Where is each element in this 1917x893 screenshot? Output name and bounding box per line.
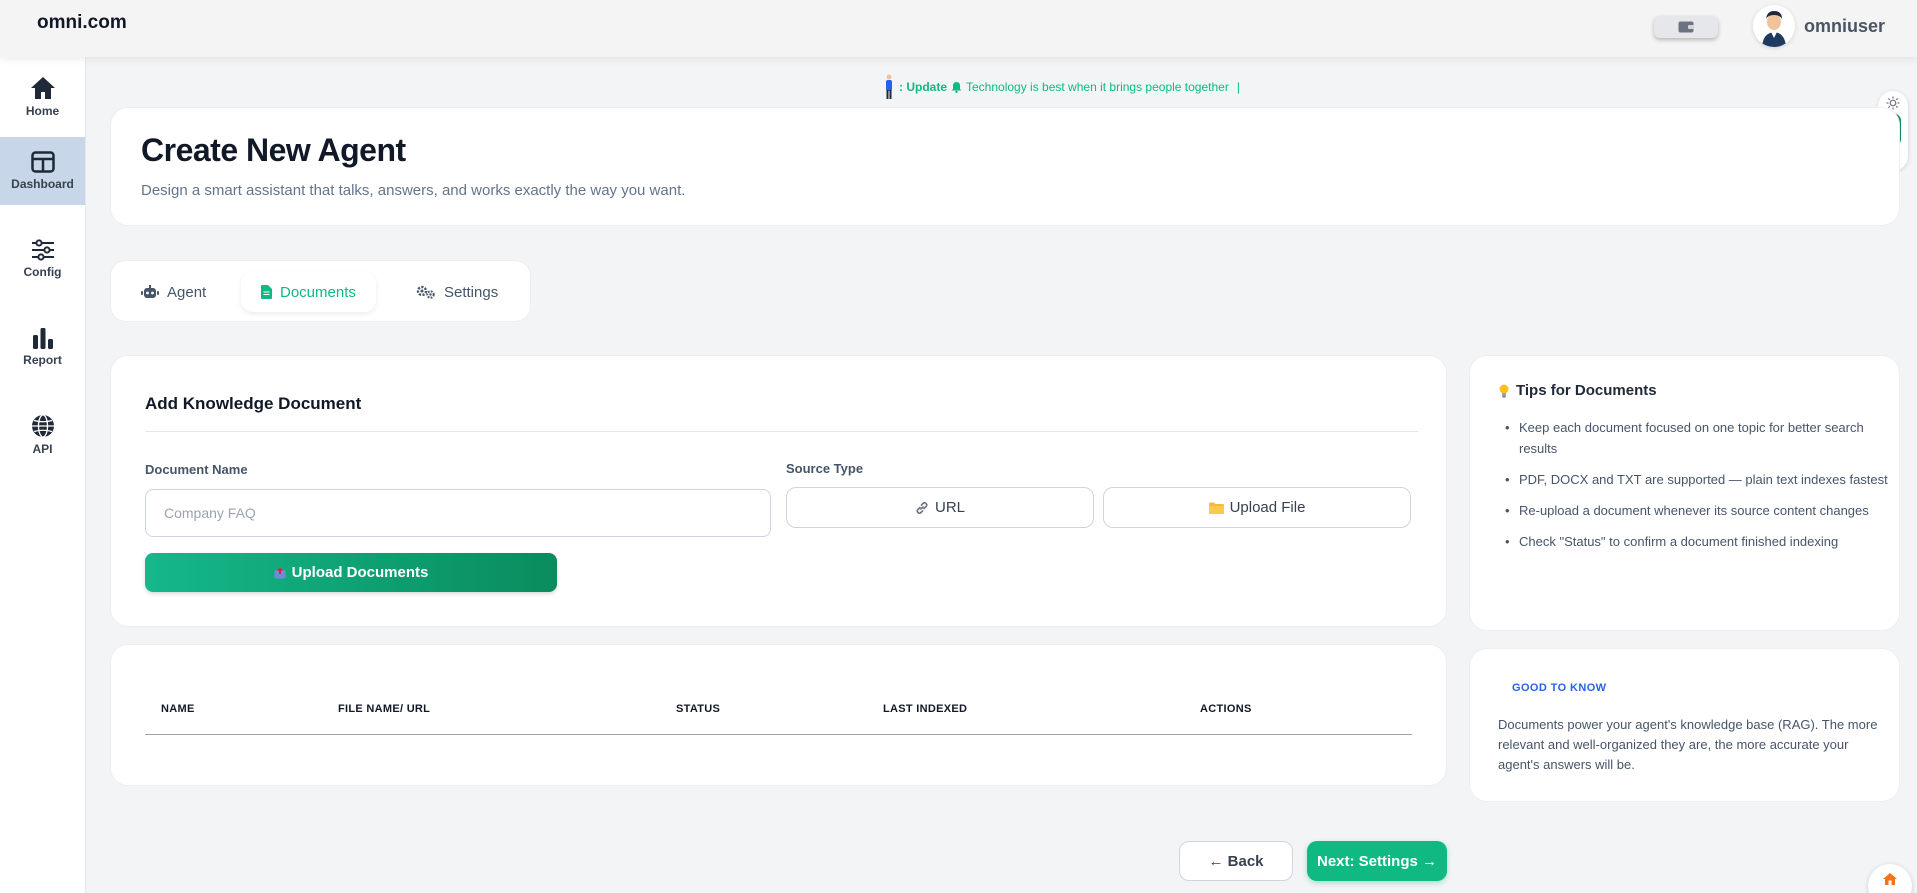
source-url-button[interactable]: URL	[786, 487, 1094, 528]
sidebar-item-label: Report	[23, 353, 62, 367]
ticker-prefix: : Update	[899, 80, 947, 94]
documents-table-card	[110, 644, 1447, 786]
brand-logo[interactable]: omni.com	[37, 12, 127, 34]
tips-title-text: Tips for Documents	[1516, 382, 1657, 399]
wallet-button[interactable]	[1654, 16, 1718, 38]
folder-icon	[1208, 502, 1224, 514]
table-header-file[interactable]: FILE NAME/ URL	[338, 703, 430, 715]
person-icon	[886, 74, 892, 99]
user-avatar-icon	[1753, 5, 1795, 47]
sidebar-item-label: Dashboard	[11, 177, 74, 191]
tips-title: Tips for Documents	[1498, 382, 1657, 399]
tab-label: Agent	[167, 283, 207, 301]
upload-icon	[274, 567, 286, 578]
sidebar-item-dashboard[interactable]: Dashboard	[0, 137, 85, 205]
page-subtitle: Design a smart assistant that talks, ans…	[141, 182, 686, 199]
good-to-know-title: GOOD TO KNOW	[1512, 682, 1607, 694]
list-item: PDF, DOCX and TXT are supported — plain …	[1505, 469, 1889, 490]
document-name-input[interactable]	[145, 489, 771, 537]
sidebar-item-label: API	[32, 442, 53, 456]
document-name-label: Document Name	[145, 462, 248, 477]
gears-icon	[416, 285, 435, 299]
robot-icon	[141, 285, 159, 298]
list-item: Check "Status" to confirm a document fin…	[1505, 531, 1889, 552]
table-header-actions[interactable]: ACTIONS	[1200, 703, 1252, 715]
link-icon	[916, 501, 928, 514]
home-badge-icon	[1883, 873, 1897, 885]
section-title: Add Knowledge Document	[145, 394, 362, 413]
sidebar-item-label: Home	[25, 104, 60, 118]
source-upload-file-button[interactable]: Upload File	[1103, 487, 1411, 528]
tab-agent[interactable]: Agent	[121, 272, 226, 312]
bell-icon	[951, 82, 962, 93]
table-header-status[interactable]: STATUS	[676, 703, 720, 715]
source-upload-file-label: Upload File	[1229, 499, 1306, 516]
document-icon	[261, 285, 272, 299]
tips-list: Keep each document focused on one topic …	[1505, 417, 1889, 562]
back-button[interactable]: ← Back	[1179, 841, 1293, 881]
username[interactable]: omniuser	[1804, 16, 1885, 37]
tab-label: Documents	[280, 283, 356, 301]
top-bar: omni.com omniuser	[0, 0, 1917, 57]
table-header-name[interactable]: NAME	[161, 703, 195, 715]
good-to-know-text: Documents power your agent's knowledge b…	[1498, 717, 1878, 772]
upload-documents-button[interactable]: Upload Documents	[145, 553, 557, 592]
upload-documents-label: Upload Documents	[291, 564, 429, 581]
sliders-icon	[31, 239, 54, 261]
table-header-last-indexed[interactable]: LAST INDEXED	[883, 703, 967, 715]
source-url-label: URL	[934, 499, 965, 516]
dashboard-icon	[30, 151, 55, 173]
home-icon	[30, 77, 55, 99]
globe-icon	[31, 414, 54, 438]
table-header-divider	[145, 734, 1412, 735]
announcement-ticker: : Update Technology is best when it brin…	[883, 74, 1240, 100]
sidebar-item-api[interactable]: API	[0, 401, 85, 469]
tab-settings[interactable]: Settings	[396, 272, 518, 312]
sidebar: Home Dashboard Config Report API	[0, 57, 86, 893]
wallet-icon	[1678, 21, 1694, 33]
sidebar-item-config[interactable]: Config	[0, 225, 85, 293]
tab-label: Settings	[444, 283, 499, 301]
sidebar-item-home[interactable]: Home	[0, 63, 85, 131]
ticker-text: Technology is best when it brings people…	[966, 80, 1229, 94]
floating-help-button[interactable]	[1868, 864, 1912, 893]
lightbulb-icon	[1499, 384, 1509, 397]
source-type-label: Source Type	[786, 461, 864, 476]
sidebar-item-report[interactable]: Report	[0, 313, 85, 381]
page-title: Create New Agent	[141, 132, 406, 168]
sidebar-item-label: Config	[23, 265, 62, 279]
avatar[interactable]	[1753, 5, 1795, 47]
section-divider	[145, 431, 1418, 432]
ticker-cursor: |	[1236, 80, 1240, 94]
tab-documents[interactable]: Documents	[241, 272, 376, 312]
list-item: Re-upload a document whenever its source…	[1505, 500, 1889, 521]
bar-chart-icon	[32, 328, 53, 349]
next-settings-button[interactable]: Next: Settings →	[1307, 841, 1447, 881]
list-item: Keep each document focused on one topic …	[1505, 417, 1889, 459]
